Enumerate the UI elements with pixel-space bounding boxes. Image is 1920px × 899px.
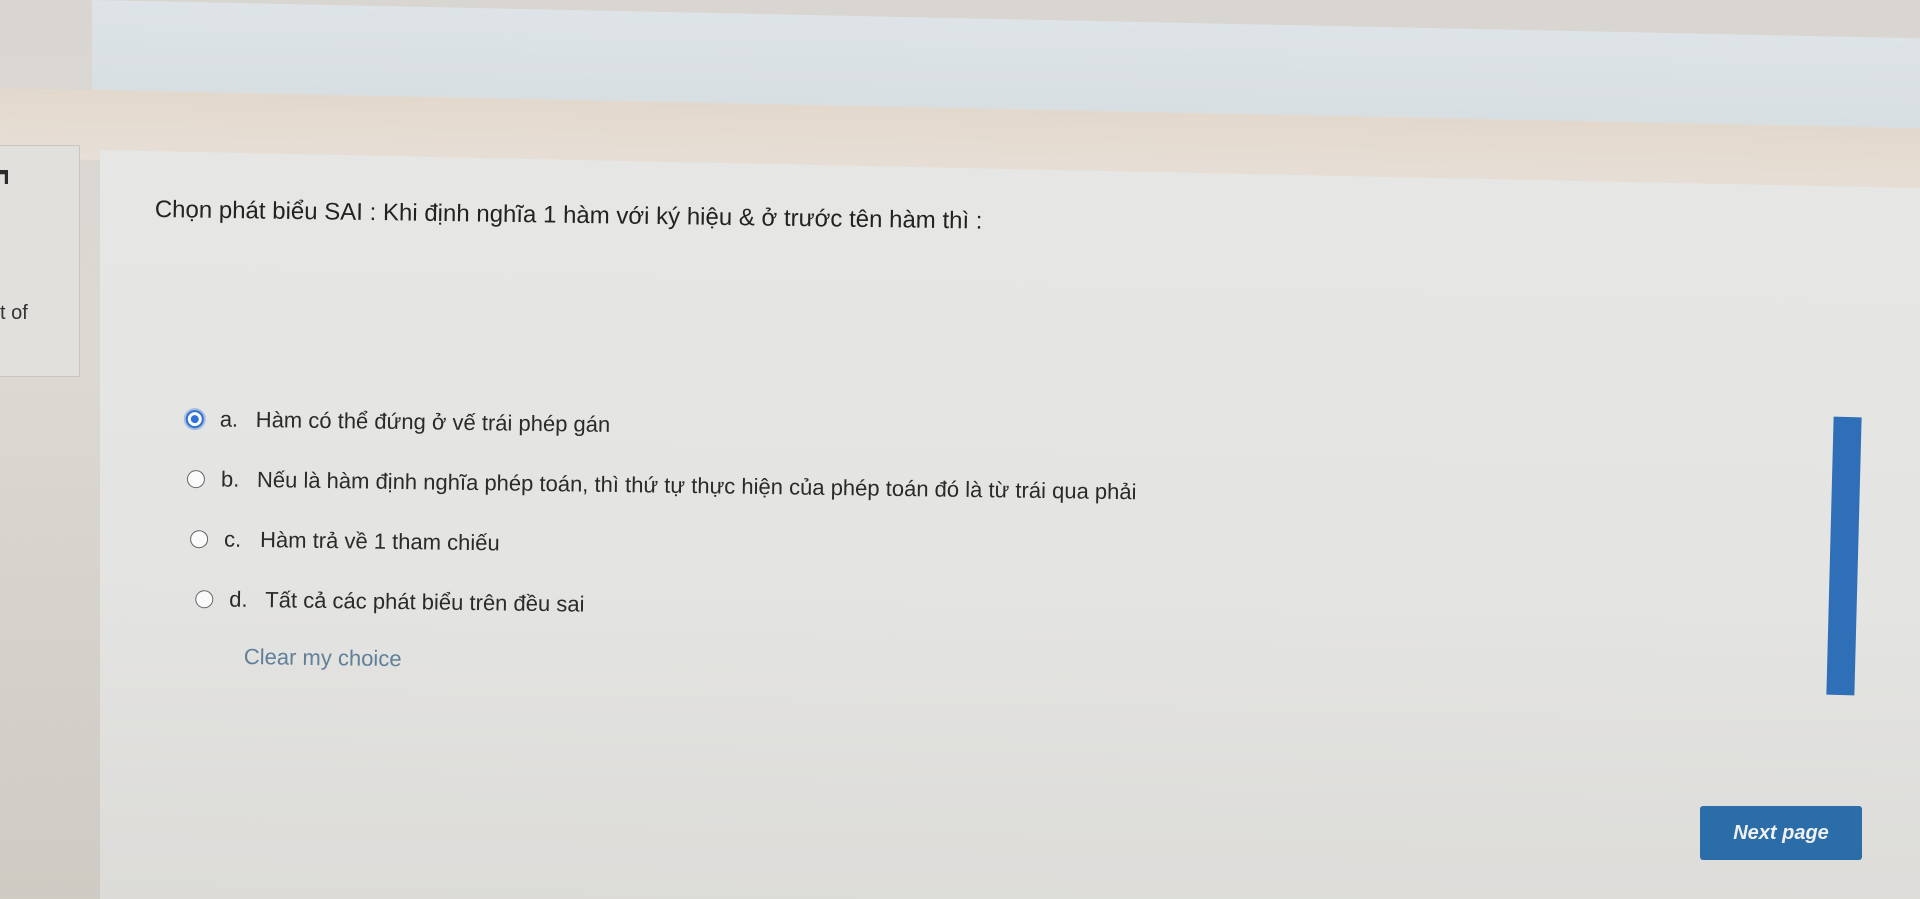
radio-button-b[interactable] (186, 470, 206, 489)
answer-text: Nếu là hàm định nghĩa phép toán, thì thứ… (256, 466, 1137, 505)
radio-button-d[interactable] (195, 590, 214, 609)
answer-text: Tất cả các phát biểu trên đều sai (265, 587, 585, 617)
answer-letter: d. (229, 586, 248, 612)
answer-letter: c. (223, 526, 242, 552)
answer-option-c[interactable]: c. Hàm trả về 1 tham chiếu (189, 524, 1136, 567)
answer-text: Hàm trả về 1 tham chiếu (259, 527, 500, 556)
answer-letter: a. (219, 406, 239, 432)
answer-letter: b. (220, 466, 240, 492)
next-page-button[interactable]: Next page (1700, 806, 1862, 860)
question-info-text: t of (0, 302, 28, 324)
radio-button-c[interactable] (189, 530, 209, 549)
question-info-box (0, 145, 80, 377)
answer-option-b[interactable]: b. Nếu là hàm định nghĩa phép toán, thì … (186, 464, 1137, 507)
answer-option-d[interactable]: d. Tất cả các phát biểu trên đều sai (195, 584, 1135, 627)
answer-list: a. Hàm có thể đứng ở vế trái phép gán b.… (183, 404, 1138, 657)
clear-choice-link[interactable]: Clear my choice (244, 644, 402, 672)
radio-button-a[interactable] (185, 409, 204, 429)
answer-text: Hàm có thể đứng ở vế trái phép gán (255, 406, 611, 437)
